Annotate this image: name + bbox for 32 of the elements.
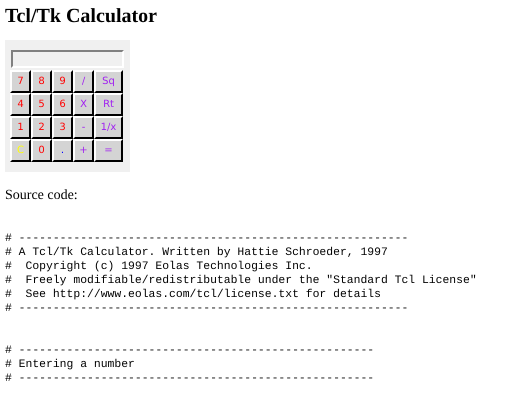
calculator-key[interactable]: 9 [52, 70, 73, 93]
calculator-key[interactable]: 1 [10, 116, 31, 139]
code-line: # See http://www.eolas.com/tcl/license.txt for details [5, 288, 381, 302]
display-field[interactable] [11, 50, 124, 68]
calculator-key[interactable]: - [73, 116, 94, 139]
calculator-key[interactable]: Sq [94, 70, 123, 93]
calculator-key[interactable]: . [52, 139, 73, 162]
calculator-key[interactable]: 4 [10, 93, 31, 116]
calculator-key[interactable]: 5 [31, 93, 52, 116]
source-code-label: Source code: [5, 188, 79, 204]
calculator-key[interactable]: 8 [31, 70, 52, 93]
calculator-key[interactable]: / [73, 70, 94, 93]
calculator-key[interactable]: 7 [10, 70, 31, 93]
calculator-key[interactable]: 6 [52, 93, 73, 116]
code-line: # --------------------------------------------------------- [5, 302, 408, 316]
code-line: # --------------------------------------------------------- [5, 232, 408, 246]
calculator-key[interactable]: + [73, 139, 94, 162]
calculator-key[interactable]: 0 [31, 139, 52, 162]
calculator-key[interactable]: 2 [31, 116, 52, 139]
code-line: # A Tcl/Tk Calculator. Written by Hattie Schroeder, 1997 [5, 246, 388, 260]
code-line: # ---------------------------------------------------- [5, 372, 374, 386]
calculator-key[interactable]: 3 [52, 116, 73, 139]
code-line: # Freely modifiable/redistributable under the "Standard Tcl License" [5, 274, 477, 288]
page-title: Tcl/Tk Calculator [5, 5, 158, 28]
calculator-key[interactable]: Rt [94, 93, 123, 116]
calculator-key[interactable]: X [73, 93, 94, 116]
code-line: # Entering a number [5, 358, 135, 372]
calculator-key[interactable]: = [94, 139, 123, 162]
code-line: # Copyright (c) 1997 Eolas Technologies Inc. [5, 260, 313, 274]
calculator-key[interactable]: 1/x [94, 116, 123, 139]
code-line: # ---------------------------------------------------- [5, 344, 374, 358]
calculator-key[interactable]: C [10, 139, 31, 162]
